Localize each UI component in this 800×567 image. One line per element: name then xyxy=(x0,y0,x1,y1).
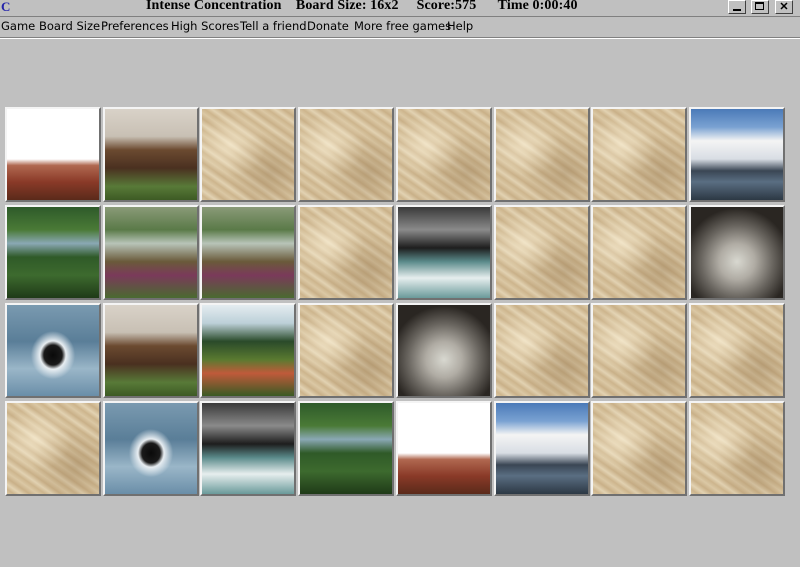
app-icon[interactable]: C xyxy=(1,0,14,14)
card-back-image xyxy=(691,305,783,396)
horses-image xyxy=(105,305,197,396)
minimize-icon xyxy=(733,9,741,11)
menu-board-size[interactable]: Board Size xyxy=(39,19,100,33)
forest-image xyxy=(300,403,392,494)
card-horses[interactable] xyxy=(103,107,199,202)
card-facedown[interactable] xyxy=(494,205,590,300)
garden-image xyxy=(202,305,294,396)
maximize-icon xyxy=(755,2,764,10)
card-facedown[interactable] xyxy=(396,107,492,202)
card-back-image xyxy=(496,109,588,200)
card-back-image xyxy=(202,109,294,200)
card-heron[interactable] xyxy=(5,107,101,202)
card-facedown[interactable] xyxy=(5,401,101,496)
card-facedown[interactable] xyxy=(591,401,687,496)
card-forest[interactable] xyxy=(5,205,101,300)
card-surf[interactable] xyxy=(396,205,492,300)
menu-preferences[interactable]: Preferences xyxy=(101,19,169,33)
card-facedown[interactable] xyxy=(298,107,394,202)
card-facedown[interactable] xyxy=(591,107,687,202)
card-back-image xyxy=(7,403,99,494)
woods-image xyxy=(202,207,294,298)
clouds-image xyxy=(691,109,783,200)
card-back-image xyxy=(398,109,490,200)
maximize-button[interactable] xyxy=(751,0,769,14)
heron-image xyxy=(398,403,490,494)
heron-image xyxy=(7,109,99,200)
card-back-image xyxy=(593,305,685,396)
card-clouds[interactable] xyxy=(494,401,590,496)
card-back-image xyxy=(593,403,685,494)
rocks-image xyxy=(398,305,490,396)
menu-donate[interactable]: Donate xyxy=(307,19,349,33)
surf-image xyxy=(202,403,294,494)
menu-more-free-games[interactable]: More free games xyxy=(354,19,451,33)
card-back-image xyxy=(300,207,392,298)
card-facedown[interactable] xyxy=(689,303,785,398)
card-heron[interactable] xyxy=(396,401,492,496)
loon-image xyxy=(105,403,197,494)
card-facedown[interactable] xyxy=(591,205,687,300)
window-title: Intense Concentration Board Size: 16x2 S… xyxy=(146,0,578,13)
minimize-button[interactable] xyxy=(728,0,746,14)
title-bar: C Intense Concentration Board Size: 16x2… xyxy=(0,0,800,17)
card-facedown[interactable] xyxy=(591,303,687,398)
card-forest[interactable] xyxy=(298,401,394,496)
close-button[interactable]: ✕ xyxy=(775,0,793,14)
clouds-image xyxy=(496,403,588,494)
horses-image xyxy=(105,109,197,200)
card-horses[interactable] xyxy=(103,303,199,398)
card-loon[interactable] xyxy=(5,303,101,398)
card-facedown[interactable] xyxy=(298,205,394,300)
card-facedown[interactable] xyxy=(689,401,785,496)
card-garden[interactable] xyxy=(200,303,296,398)
card-back-image xyxy=(496,207,588,298)
woods-image xyxy=(105,207,197,298)
card-back-image xyxy=(300,109,392,200)
surf-image xyxy=(398,207,490,298)
menu-bar: Game Board Size Preferences High Scores … xyxy=(0,17,800,38)
menu-tell-a-friend[interactable]: Tell a friend xyxy=(240,19,307,33)
card-rocks[interactable] xyxy=(396,303,492,398)
card-back-image xyxy=(593,109,685,200)
game-board xyxy=(5,107,787,499)
menu-game[interactable]: Game xyxy=(1,19,35,33)
card-facedown[interactable] xyxy=(494,107,590,202)
card-facedown[interactable] xyxy=(298,303,394,398)
card-woods[interactable] xyxy=(200,205,296,300)
card-surf[interactable] xyxy=(200,401,296,496)
card-back-image xyxy=(496,305,588,396)
card-back-image xyxy=(593,207,685,298)
card-woods[interactable] xyxy=(103,205,199,300)
card-back-image xyxy=(300,305,392,396)
card-facedown[interactable] xyxy=(494,303,590,398)
card-facedown[interactable] xyxy=(200,107,296,202)
menu-high-scores[interactable]: High Scores xyxy=(171,19,239,33)
card-rocks[interactable] xyxy=(689,205,785,300)
loon-image xyxy=(7,305,99,396)
card-clouds[interactable] xyxy=(689,107,785,202)
card-loon[interactable] xyxy=(103,401,199,496)
close-icon: ✕ xyxy=(779,1,789,13)
forest-image xyxy=(7,207,99,298)
rocks-image xyxy=(691,207,783,298)
card-back-image xyxy=(691,403,783,494)
menu-help[interactable]: Help xyxy=(447,19,473,33)
